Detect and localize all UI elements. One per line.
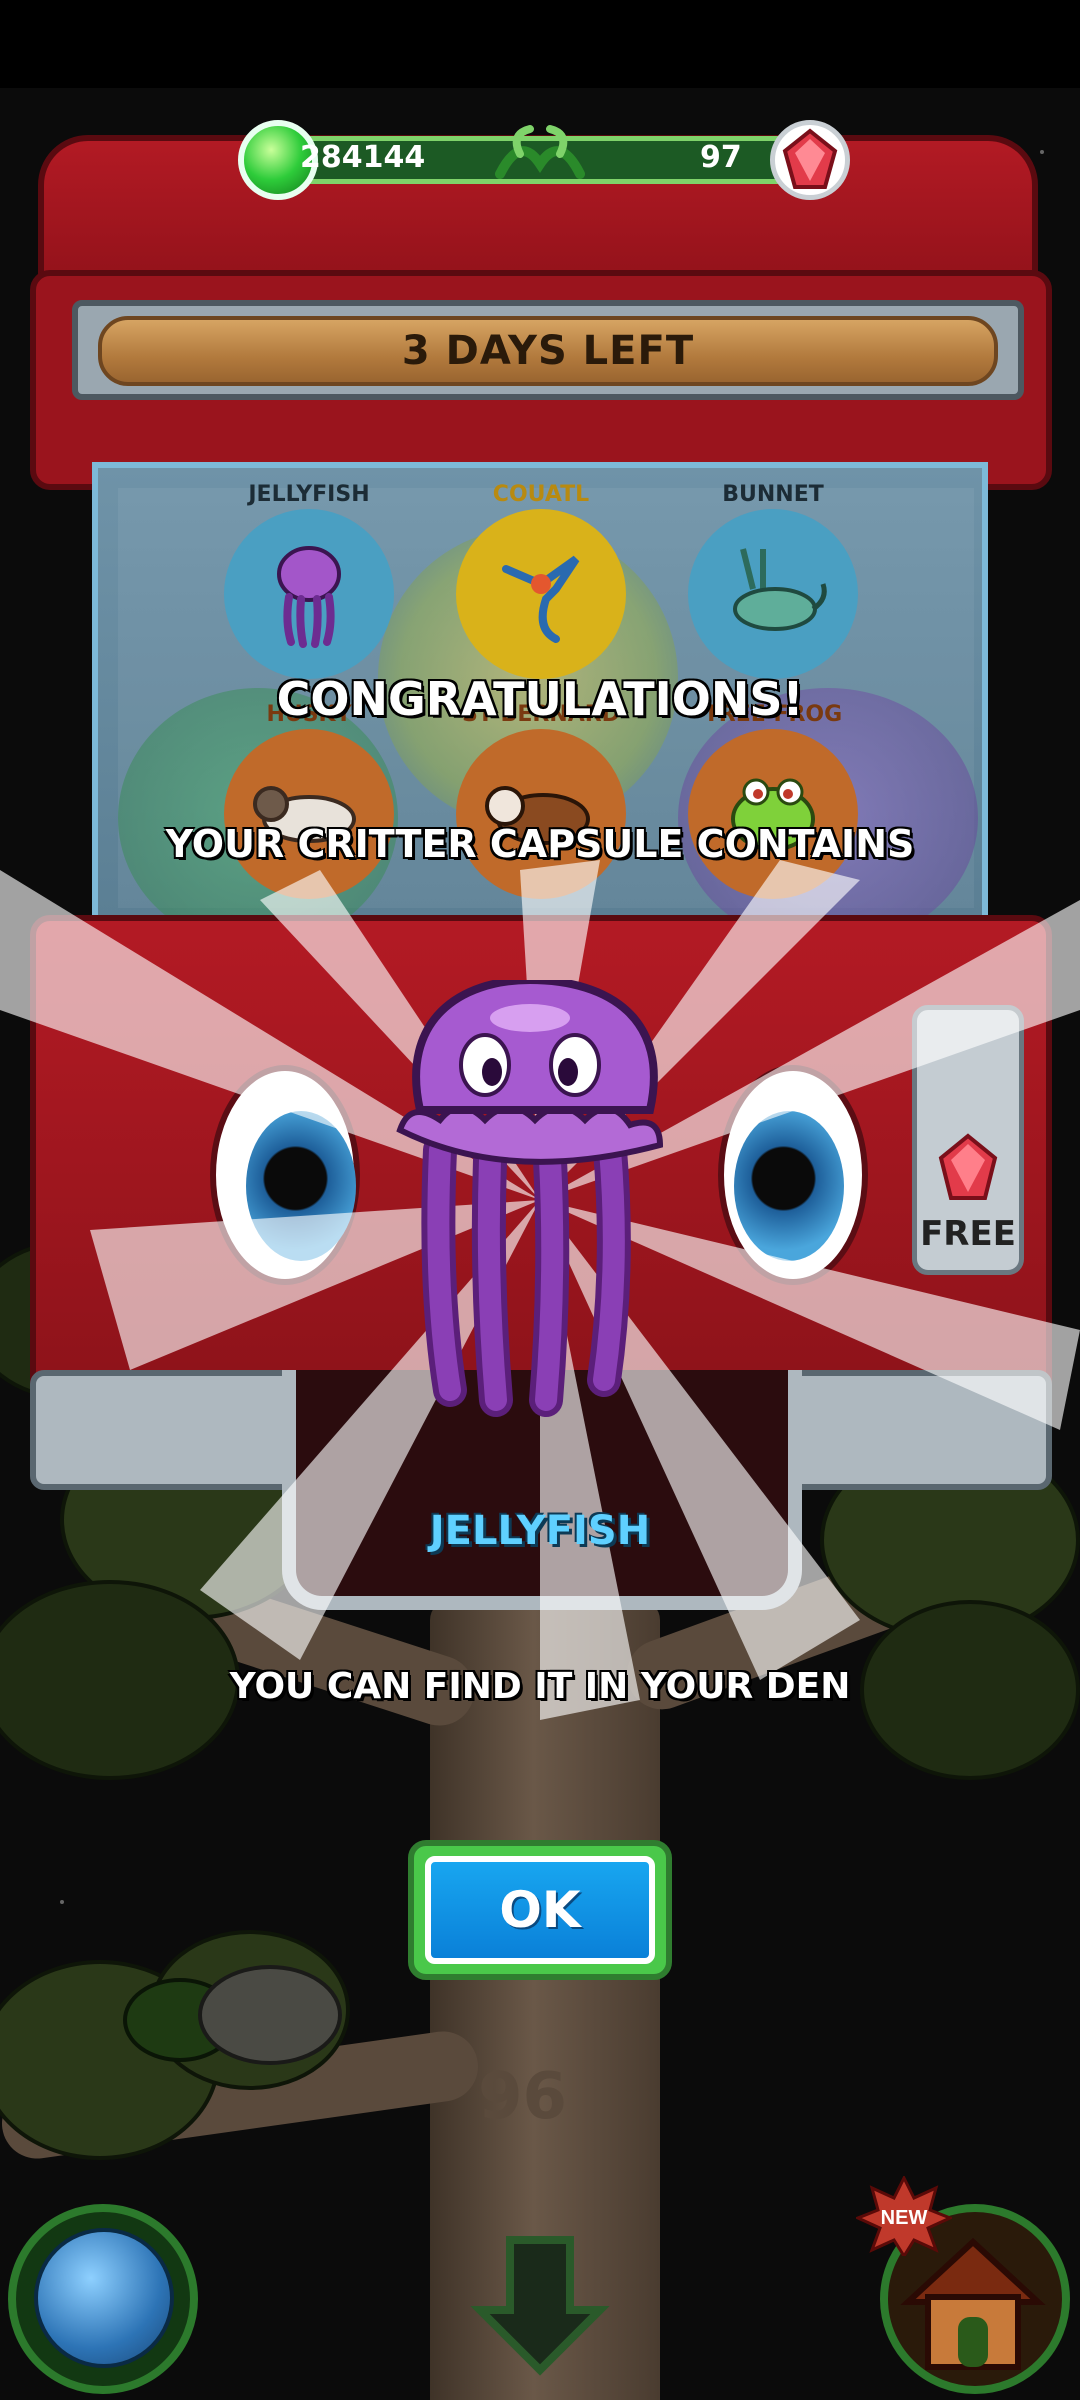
- popup-title: CONGRATULATIONS!: [276, 672, 804, 726]
- leaf-ornament-icon: [495, 125, 585, 179]
- critter-disc: [688, 729, 858, 899]
- critter-disc: [224, 729, 394, 899]
- star: [1040, 150, 1044, 154]
- ok-button-label: OK: [499, 1881, 581, 1939]
- new-badge: NEW: [854, 2174, 954, 2259]
- popup-message: YOU CAN FIND IT IN YOUR DEN: [229, 1666, 851, 1707]
- game-scene: 3 DAYS LEFT JELLYFISH COUATL BUNNET HUSK…: [0, 0, 1080, 2400]
- couatl-icon: [502, 555, 580, 643]
- critter-slot-husky: HUSKY: [224, 702, 394, 899]
- red-gem-icon: [938, 1133, 998, 1200]
- bunnet-icon: [733, 548, 827, 631]
- machine-eye-left: [210, 1065, 360, 1285]
- ok-button[interactable]: OK: [408, 1840, 672, 1980]
- star: [60, 1900, 64, 1904]
- background-critters: [123, 1965, 342, 2065]
- ok-button-face[interactable]: OK: [425, 1856, 655, 1964]
- free-spin-button[interactable]: FREE: [912, 1005, 1024, 1275]
- critter-slot-bunnet: BUNNET: [688, 482, 858, 679]
- jellyfish-icon: [277, 546, 341, 648]
- critter-slot-name: BUNNET: [722, 482, 824, 507]
- critter-slot-jellyfish: JELLYFISH: [224, 482, 394, 679]
- critter-disc: [224, 509, 394, 679]
- critter-slot-couatl: COUATL: [456, 482, 626, 679]
- critter-slot-name: COUATL: [492, 482, 590, 507]
- critter-slot-name: JELLYFISH: [248, 482, 370, 507]
- red-gem-icon: [782, 128, 838, 189]
- critter-name: JELLYFISH: [429, 1508, 651, 1554]
- free-label: FREE: [920, 1214, 1016, 1254]
- scroll-down-arrow-icon[interactable]: [470, 2230, 610, 2380]
- critter-disc: [456, 509, 626, 679]
- time-left-banner: 3 DAYS LEFT: [98, 316, 998, 386]
- critter-disc: [456, 729, 626, 899]
- tree-level-number: 96: [478, 2060, 568, 2134]
- time-left-text: 3 DAYS LEFT: [401, 328, 695, 374]
- gem-count: 97: [700, 140, 742, 175]
- new-badge-label: NEW: [881, 2207, 928, 2229]
- popup-subtitle: YOUR CRITTER CAPSULE CONTAINS: [165, 822, 915, 866]
- starburst-icon: NEW: [854, 2174, 954, 2259]
- critter-slot-tree-frog: TREE FROG: [688, 702, 858, 899]
- critter-slot-st-bernard: ST BERNARD: [456, 702, 626, 899]
- critter-disc: [688, 509, 858, 679]
- machine-eye-right: [718, 1065, 868, 1285]
- globe-icon: [34, 2228, 174, 2368]
- goo-count: 284144: [300, 140, 426, 175]
- status-bar: [0, 0, 1080, 88]
- gem-currency-icon: [770, 120, 850, 200]
- reward-jellyfish-icon: [396, 980, 664, 1417]
